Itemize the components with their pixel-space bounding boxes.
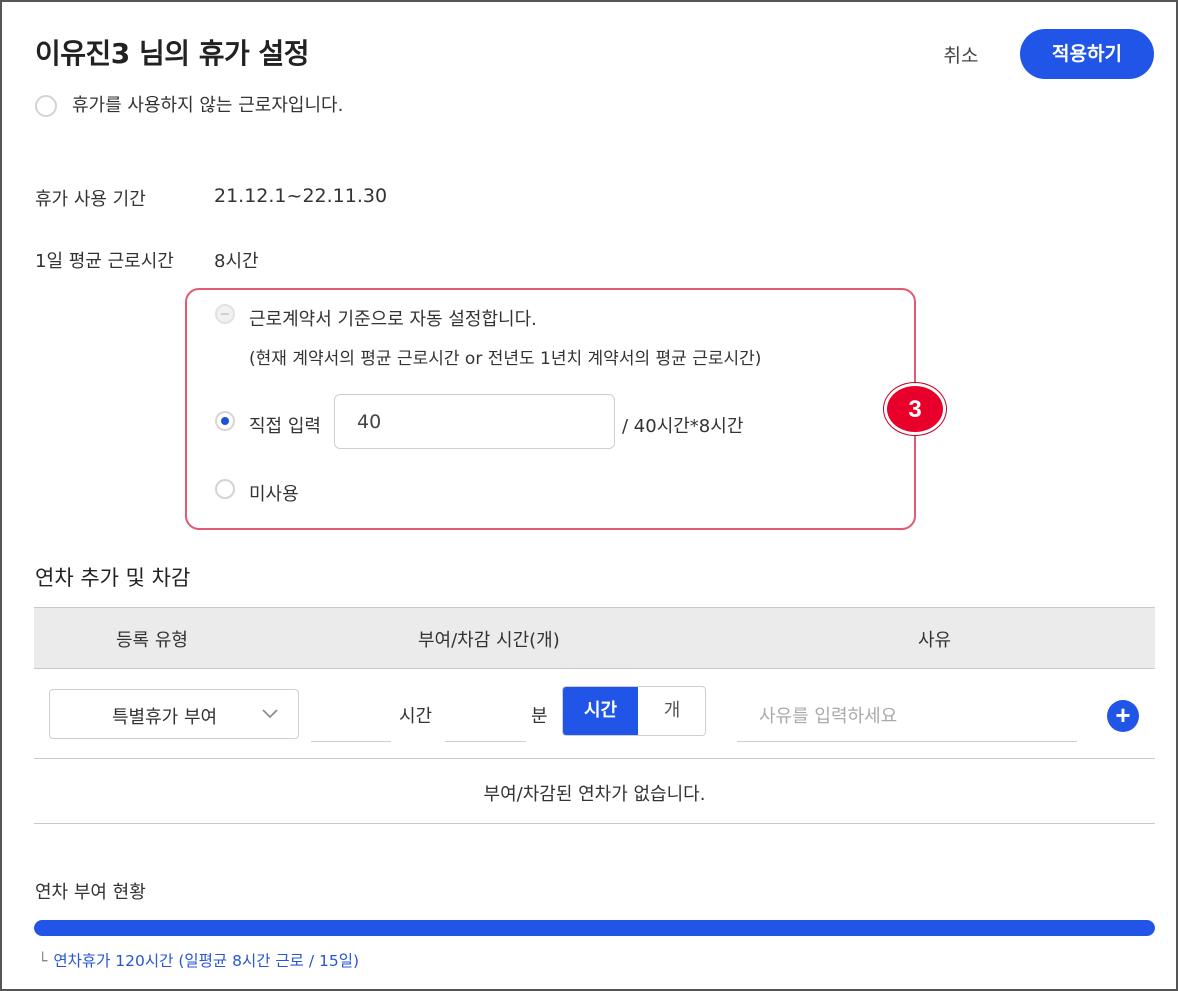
adjustment-table-header: 등록 유형 부여/차감 시간(개) 사유 [34, 607, 1155, 669]
auto-setting-radio[interactable] [215, 304, 235, 324]
tree-branch-icon: └ [38, 952, 48, 970]
minutes-amount-input[interactable] [445, 692, 526, 742]
period-value: 21.12.1~22.11.30 [214, 185, 388, 207]
column-header-reason: 사유 [918, 630, 952, 651]
unit-toggle: 시간 개 [562, 686, 706, 736]
cancel-button[interactable]: 취소 [926, 36, 996, 76]
row-divider [34, 758, 1155, 759]
unused-radio[interactable] [215, 479, 235, 499]
direct-input-radio[interactable] [215, 411, 235, 431]
toggle-hour-button[interactable]: 시간 [563, 687, 638, 735]
add-icon[interactable]: + [1107, 700, 1139, 732]
no-vacation-radio[interactable] [35, 95, 57, 117]
column-header-time: 부여/차감 시간(개) [418, 630, 560, 651]
adjustment-section-title: 연차 추가 및 차감 [35, 566, 191, 590]
grant-note-text: 연차휴가 120시간 (일평균 8시간 근로 / 15일) [53, 952, 360, 970]
registration-type-value: 특별휴가 부여 [112, 707, 218, 728]
minutes-unit-label: 분 [531, 706, 548, 727]
chevron-down-icon [260, 700, 280, 731]
empty-adjustments-message: 부여/차감된 연차가 없습니다. [483, 784, 706, 805]
no-vacation-label: 휴가를 사용하지 않는 근로자입니다. [72, 95, 344, 116]
apply-button[interactable]: 적용하기 [1020, 29, 1154, 79]
column-header-type: 등록 유형 [116, 630, 188, 651]
grant-note: └ 연차휴가 120시간 (일평균 8시간 근로 / 15일) [38, 949, 359, 971]
direct-hours-input[interactable] [334, 394, 615, 449]
grant-progress-fill [34, 920, 1155, 936]
auto-setting-note: (현재 계약서의 평균 근로시간 or 전년도 1년치 계약서의 평균 근로시간… [249, 349, 762, 369]
row-divider [34, 823, 1155, 824]
direct-input-label: 직접 입력 [249, 416, 321, 437]
step-number-badge: 3 [884, 383, 946, 435]
auto-setting-label: 근로계약서 기준으로 자동 설정합니다. [249, 309, 537, 330]
registration-type-select[interactable]: 특별휴가 부여 [49, 689, 299, 739]
direct-hours-suffix: / 40시간*8시간 [622, 416, 744, 437]
avg-hours-label: 1일 평균 근로시간 [35, 251, 174, 272]
period-label: 휴가 사용 기간 [35, 189, 146, 210]
reason-input[interactable] [737, 692, 1077, 742]
vacation-settings-panel: 이유진3 님의 휴가 설정 취소 적용하기 휴가를 사용하지 않는 근로자입니다… [0, 0, 1178, 991]
grant-progress-bar [34, 920, 1155, 936]
hours-amount-input[interactable] [311, 692, 391, 742]
toggle-count-button[interactable]: 개 [638, 687, 705, 735]
avg-hours-value: 8시간 [214, 251, 259, 272]
unused-label: 미사용 [249, 484, 299, 505]
hours-unit-label: 시간 [399, 706, 433, 727]
page-title: 이유진3 님의 휴가 설정 [35, 37, 310, 70]
grant-status-title: 연차 부여 현황 [35, 882, 146, 903]
